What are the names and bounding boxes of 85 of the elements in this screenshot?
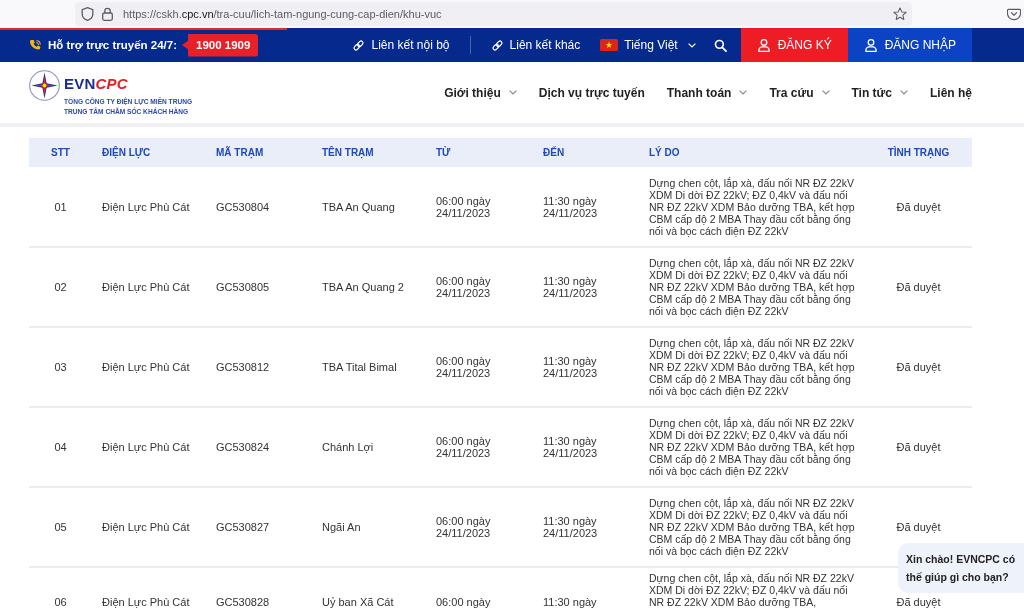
table-cell: GC530824 [216, 441, 270, 453]
table-cell: 03 [54, 361, 67, 373]
nav-menu-item[interactable]: Liên hệ [930, 85, 972, 100]
table-cell: Ngãi An [322, 521, 361, 533]
table-cell-text: 06:00 ngày 24/11/2023 [436, 515, 492, 539]
table-cell-text: 11:30 ngày 24/11/2023 [543, 194, 599, 219]
login-button[interactable]: ĐĂNG NHẬP [847, 28, 972, 62]
nav-menu-item[interactable]: Thanh toán [666, 85, 748, 100]
table-cell: 05 [54, 521, 67, 533]
column-header: ĐIỆN LỰC [92, 138, 206, 167]
column-header: ĐẾN [533, 138, 639, 167]
user-icon [864, 38, 877, 52]
column-header: TỪ [426, 138, 533, 167]
table-cell: Chánh Lợi [322, 441, 374, 453]
nav-menu-item[interactable]: Tin tức [851, 85, 908, 100]
table-cell: Đã duyệt [896, 441, 941, 453]
table-cell: Điện Lực Phù Cát [102, 441, 190, 453]
table-cell: Dựng chen cột, lắp xà, đấu nối NR ĐZ 22kV XDM Di dời ĐZ 22kV; ĐZ 0,4kV và đấu nối NR ĐZ 22kV XDM Bảo dưỡng TBA, [649, 572, 855, 608]
table-cell: 02 [54, 281, 67, 293]
table-cell: 04 [54, 441, 67, 453]
table-cell: Đã duyệt [896, 281, 941, 293]
table-cell-text: 11:30 ngày 24/11/2023 [543, 275, 599, 299]
chat-greeting-bubble[interactable]: Xin chào! EVNCPC có thế giúp gì cho bạn? [898, 543, 1024, 593]
search-icon[interactable] [713, 38, 727, 52]
table-cell: Đã duyệt [896, 200, 941, 213]
table-cell: 06 [54, 596, 67, 608]
link-icon [352, 38, 366, 52]
table-cell: Dựng chen cột, lắp xà, đấu nối NR ĐZ 22kV XDM Di dời ĐZ 22kV; ĐZ 0,4kV và đấu nối NR ĐZ 22kV XDM Bảo dưỡng TBA, kết hợp CBM cấp độ 2 MBA Thay đầu cốt bằng ống nối và bọc cách điện ĐZ 22kV [649, 417, 855, 477]
table-cell-text: 06:00 ngày 24/11/2023 [436, 275, 492, 299]
nav-menu-item[interactable]: Tra cứu [769, 85, 830, 100]
table-cell: GC530805 [216, 281, 270, 293]
table-cell-text: 06:00 ngày 24/11/2023 [436, 355, 492, 379]
table-cell: 06:00 ngày [436, 596, 491, 608]
link-icon [490, 38, 504, 52]
table-cell-text: 11:30 ngày 24/11/2023 [543, 515, 599, 539]
column-header: MÃ TRẠM [206, 138, 312, 167]
table-cell: GC530828 [216, 596, 270, 608]
table-cell-text: 11:30 ngày 24/11/2023 [543, 355, 599, 379]
table-cell-text: 06:00 ngày 24/11/2023 [436, 435, 492, 459]
column-header: TÌNH TRẠNG [865, 138, 972, 167]
logo-emblem-icon [29, 70, 60, 101]
table-cell: Điện Lực Phù Cát [102, 596, 190, 608]
chevron-down-icon [687, 42, 696, 48]
table-cell: TBA Tital Bimal [322, 361, 397, 373]
column-header: STT [29, 138, 92, 167]
quick-link[interactable]: Liên kết nội bộ [352, 38, 450, 52]
hotline-badge[interactable]: 1900 1909 [182, 33, 259, 57]
register-button[interactable]: ĐĂNG KÝ [740, 28, 848, 62]
address-bar[interactable]: https://cskh.cpc.vn/tra-cuu/lich-tam-ngung-cung-cap-dien/khu-vuc [75, 2, 912, 26]
table-cell: Dựng chen cột, lắp xà, đấu nối NR ĐZ 22kV XDM Di dời ĐZ 22kV; ĐZ 0,4kV và đấu nối NR ĐZ 22kV XDM Bảo dưỡng TBA, kết hợp CBM cấp độ 2 MBA Thay đầu cốt bằng ống nối và bọc cách điện ĐZ 22kV [649, 257, 855, 317]
quick-link[interactable]: Liên kết khác [490, 38, 581, 52]
table-cell: Uỷ ban Xã Cát [322, 596, 394, 608]
table-cell: Dựng chen cột, lắp xà, đấu nối NR ĐZ 22kV XDM Di dời ĐZ 22kV; ĐZ 0,4kV và đấu nối NR ĐZ 22kV XDM Bảo dưỡng TBA, kết hợp CBM cấp độ 2 MBA Thay đầu cốt bằng ống nối và bọc cách điện ĐZ 22kV [649, 337, 855, 397]
table-cell-text: 11:30 ngày 24/11/2023 [543, 435, 599, 459]
table-cell-text: 06:00 ngày 24/11/2023 [436, 194, 492, 219]
table-cell: GC530827 [216, 521, 270, 533]
shield-icon [81, 7, 94, 21]
support-label: Hỗ trợ trực truyến 24/7: [48, 39, 177, 51]
table-cell: 01 [54, 200, 67, 213]
table-cell: Dựng chen cột, lắp xà, đấu nối NR ĐZ 22kV XDM Di dời ĐZ 22kV; ĐZ 0,4kV và đấu nối NR ĐZ 22kV XDM Bảo dưỡng TBA, kết hợp CBM cấp độ 2 MBA Thay đầu cốt bằng ống nối và bọc cách điện ĐZ 22kV [649, 176, 855, 237]
nav-menu-item[interactable]: Giới thiệu [444, 85, 517, 100]
table-cell: Điện Lực Phù Cát [102, 281, 190, 293]
table-cell: GC530812 [216, 361, 270, 373]
table-cell: 11:30 ngày [543, 596, 597, 608]
table-cell: Điện Lực Phù Cát [102, 521, 190, 533]
table-cell: TBA An Quang [322, 200, 395, 213]
table-cell: Đã duyệt [896, 361, 941, 373]
user-icon [757, 38, 770, 52]
flag-icon [600, 39, 619, 51]
star-icon[interactable] [893, 7, 907, 21]
nav-menu-item[interactable]: Dịch vụ trực tuyến [538, 85, 645, 100]
table-cell: Điện Lực Phù Cát [102, 361, 190, 373]
logo-wordmark: EVNCPC [64, 76, 129, 92]
table-cell: Điện Lực Phù Cát [102, 200, 190, 213]
column-header: LÝ DO [639, 138, 865, 167]
column-header: TÊN TRẠM [312, 138, 426, 167]
phone-icon [29, 38, 42, 52]
table-cell: GC530804 [216, 200, 270, 213]
pocket-icon[interactable] [1007, 7, 1021, 21]
table-cell: Dựng chen cột, lắp xà, đấu nối NR ĐZ 22kV XDM Di dời ĐZ 22kV; ĐZ 0,4kV và đấu nối NR ĐZ 22kV XDM Bảo dưỡng TBA, kết hợp CBM cấp độ 2 MBA Thay đầu cốt bằng ống nối và bọc cách điện ĐZ 22kV [649, 497, 855, 557]
lock-icon [102, 7, 113, 21]
language-selector[interactable]: Tiếng Việt [600, 38, 696, 52]
table-cell: Đã duyệt [896, 596, 941, 608]
table-cell: TBA An Quang 2 [322, 281, 404, 293]
table-cell: Đã duyệt [896, 521, 941, 533]
